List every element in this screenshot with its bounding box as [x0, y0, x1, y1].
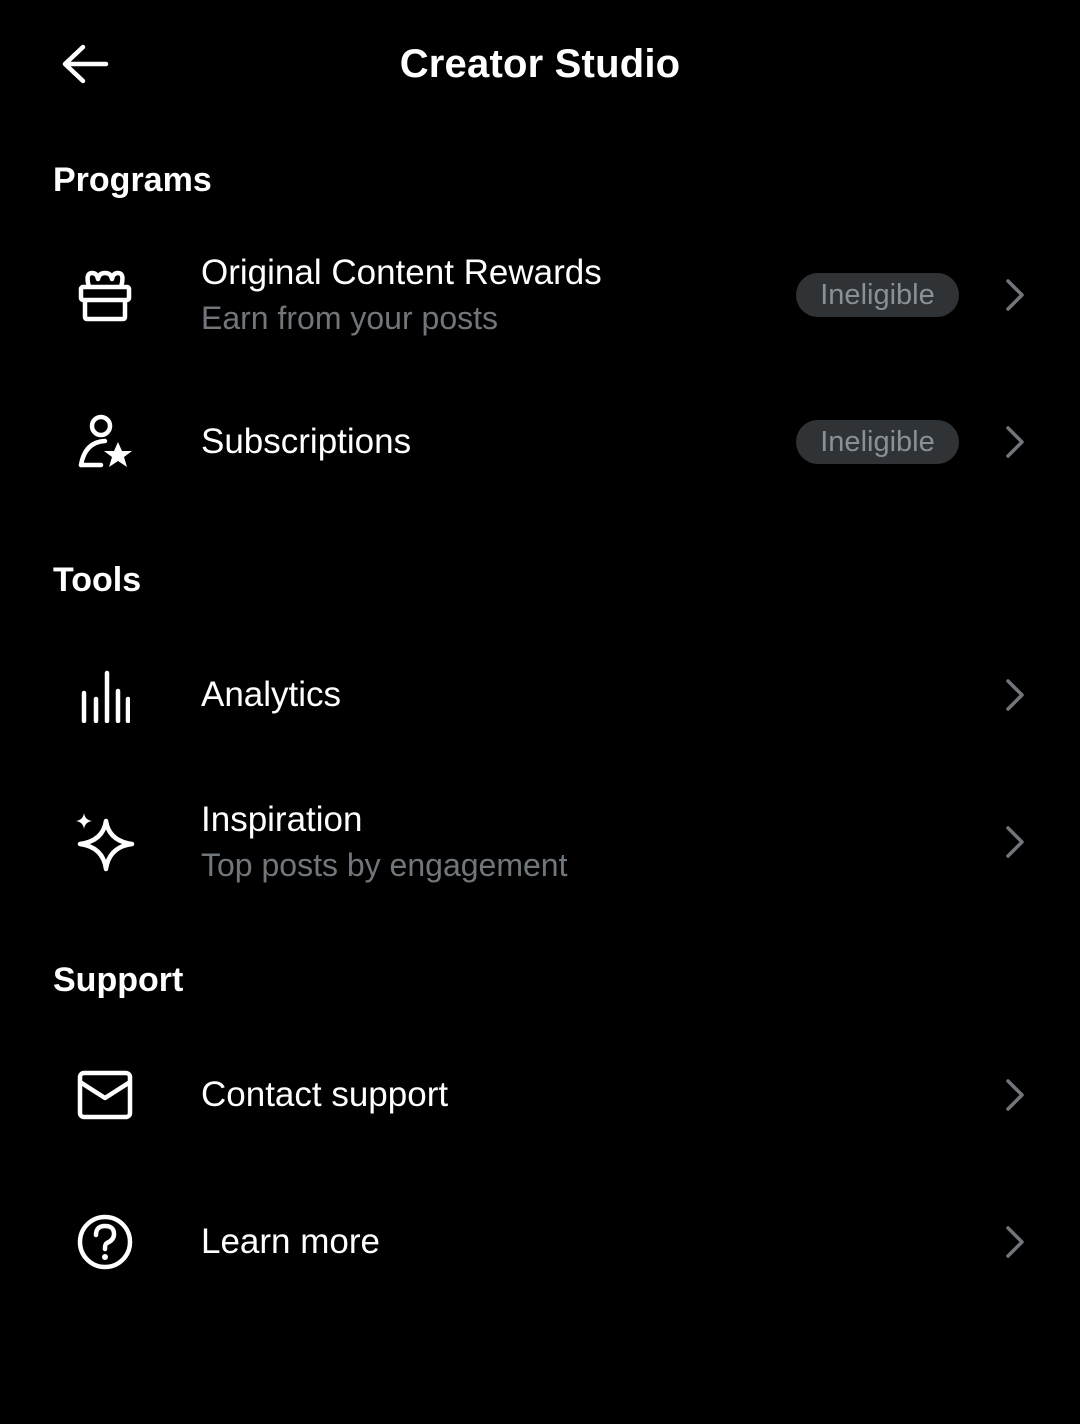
list-item-inspiration[interactable]: Inspiration Top posts by engagement [0, 772, 1080, 912]
section-heading-support: Support [53, 961, 184, 999]
item-title: Contact support [201, 1075, 449, 1114]
item-title: Inspiration [201, 800, 363, 839]
chevron-right-icon [998, 673, 1032, 717]
status-badge: Ineligible [796, 273, 959, 317]
list-item-original-content-rewards[interactable]: Original Content Rewards Earn from your … [0, 225, 1080, 365]
item-title: Analytics [201, 675, 342, 714]
item-title: Learn more [201, 1222, 380, 1261]
item-title: Subscriptions [201, 422, 412, 461]
page-title: Creator Studio [399, 42, 681, 86]
item-subtitle: Earn from your posts [201, 300, 498, 336]
sparkle-icon [70, 807, 140, 877]
chevron-right-icon [998, 420, 1032, 464]
chevron-right-icon [998, 1073, 1032, 1117]
help-circle-icon [70, 1207, 140, 1277]
item-subtitle: Top posts by engagement [201, 847, 568, 883]
envelope-icon [70, 1060, 140, 1130]
person-star-icon [70, 407, 140, 477]
chevron-right-icon [998, 273, 1032, 317]
section-heading-tools: Tools [53, 561, 142, 599]
list-item-subscriptions[interactable]: Subscriptions Ineligible [0, 372, 1080, 512]
bar-chart-icon [70, 660, 140, 730]
list-item-contact-support[interactable]: Contact support [0, 1025, 1080, 1165]
gift-icon [70, 260, 140, 330]
chevron-right-icon [998, 1220, 1032, 1264]
chevron-right-icon [998, 820, 1032, 864]
status-badge: Ineligible [796, 420, 959, 464]
item-title: Original Content Rewards [201, 253, 602, 292]
list-item-analytics[interactable]: Analytics [0, 625, 1080, 765]
section-heading-programs: Programs [53, 161, 212, 199]
top-app-bar: Creator Studio [0, 0, 1080, 128]
list-item-learn-more[interactable]: Learn more [0, 1172, 1080, 1312]
